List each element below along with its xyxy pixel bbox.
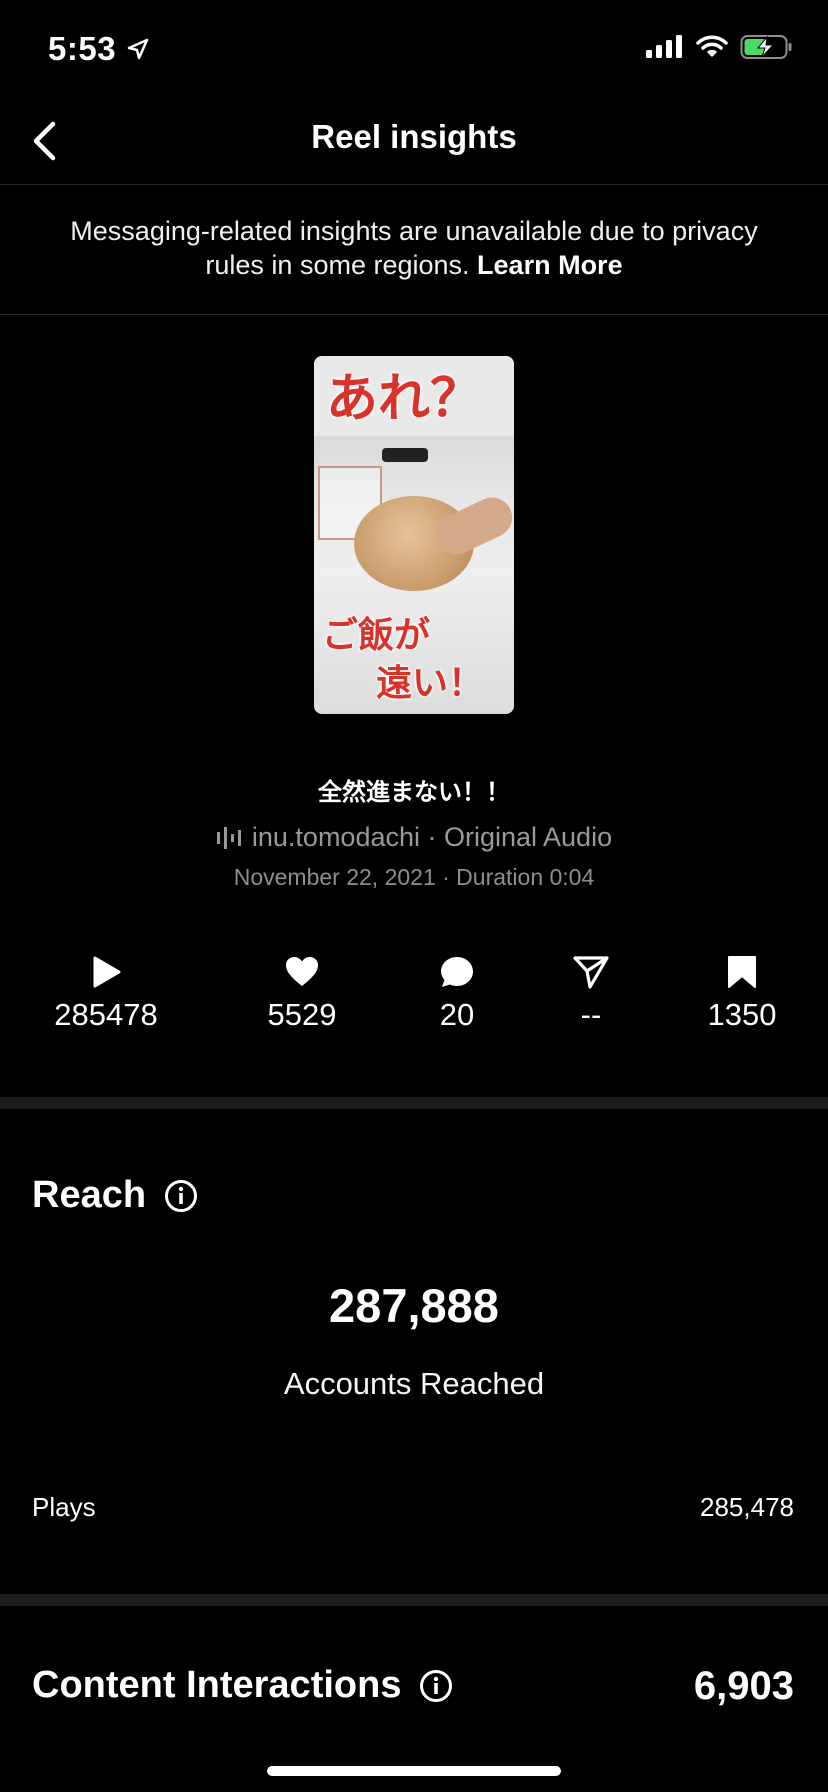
section-divider [0, 1097, 828, 1109]
header-divider [0, 184, 828, 185]
date-duration: November 22, 2021 · Duration 0:04 [233, 864, 595, 890]
info-icon[interactable] [164, 1179, 198, 1213]
reach-header: Reach [32, 1174, 198, 1217]
thumbnail-top-text: あれ？ [326, 369, 483, 429]
shares-count: -- [580, 997, 602, 1032]
thumbnail-bottom-text-2: 遠い！ [376, 663, 485, 704]
send-icon [573, 956, 609, 989]
content-interactions-value: 6,903 [693, 1664, 794, 1708]
reach-title: Reach [32, 1174, 147, 1216]
notice-divider [0, 314, 828, 315]
audio-line[interactable]: inu.tomodachi · Original Audio [0, 822, 828, 853]
status-indicators [646, 34, 794, 60]
audio-label: inu.tomodachi · Original Audio [251, 822, 613, 852]
comment-icon [441, 957, 473, 987]
accounts-reached-value: 287,888 [329, 1279, 499, 1332]
reel-thumbnail[interactable]: あれ？ ご飯が 遠い！ [314, 356, 514, 714]
page-title: Reel insights [311, 118, 517, 155]
content-interactions-title: Content Interactions [32, 1664, 402, 1706]
content-interactions-header: Content Interactions [32, 1664, 453, 1707]
play-icon [93, 956, 121, 988]
battery-charging-icon [740, 35, 792, 59]
status-time-text: 5:53 [48, 30, 117, 67]
privacy-notice: Messaging-related insights are unavailab… [60, 214, 768, 282]
wifi-icon [696, 35, 728, 57]
plays-count: 285478 [54, 997, 158, 1032]
comments-count: 20 [439, 997, 475, 1032]
bookmark-icon [728, 956, 756, 988]
home-indicator[interactable] [267, 1766, 561, 1776]
privacy-notice-text: Messaging-related insights are unavailab… [70, 216, 758, 280]
status-time: 5:53 [48, 30, 150, 68]
reel-caption: 全然進まない！！ [318, 779, 510, 806]
cellular-signal-icon [646, 35, 682, 58]
plays-row-label: Plays [32, 1492, 96, 1522]
likes-count: 5529 [267, 997, 337, 1032]
location-arrow-icon [127, 38, 149, 60]
plays-row-value: 285,478 [700, 1492, 794, 1522]
saves-stat: 1350 [662, 955, 822, 1033]
thumbnail-bottom-text-1: ご飯が [322, 615, 431, 656]
section-divider-2 [0, 1594, 828, 1606]
heart-icon [286, 957, 318, 986]
shares-stat: -- [511, 955, 671, 1033]
audio-waveform-icon [216, 826, 241, 849]
plays-stat: 285478 [26, 955, 186, 1033]
info-icon[interactable] [419, 1669, 453, 1703]
saves-count: 1350 [707, 997, 777, 1032]
learn-more-link[interactable]: Learn More [477, 250, 623, 280]
accounts-reached-label: Accounts Reached [283, 1366, 545, 1401]
likes-stat: 5529 [222, 955, 382, 1033]
